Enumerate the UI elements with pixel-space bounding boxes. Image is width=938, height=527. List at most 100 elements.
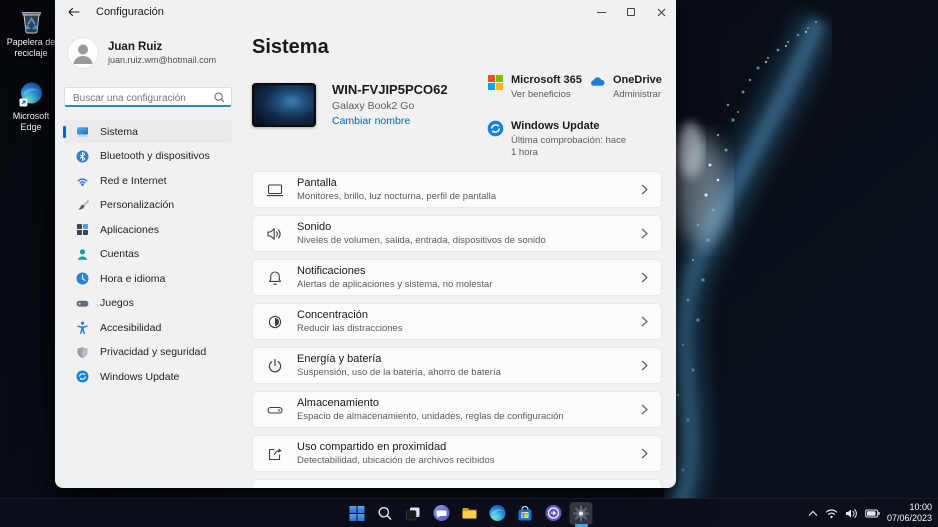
settings-app-button[interactable] xyxy=(569,501,593,527)
edge-button[interactable] xyxy=(486,502,509,525)
rename-device-link[interactable]: Cambiar nombre xyxy=(332,115,448,127)
minimize-icon xyxy=(596,11,606,13)
card-subtitle: Alertas de aplicaciones y sistema, no mo… xyxy=(297,278,493,290)
task-view-button[interactable] xyxy=(402,502,425,525)
card-concentracion[interactable]: Concentración Reducir las distracciones xyxy=(252,303,662,340)
settings-gear-icon xyxy=(572,504,590,522)
sidebar-item-cuentas[interactable]: Cuentas xyxy=(63,243,232,266)
sidebar-item-label: Cuentas xyxy=(100,248,140,260)
sidebar-item-accesibilidad[interactable]: Accesibilidad xyxy=(63,316,232,339)
sidebar-item-personalizacion[interactable]: Personalización xyxy=(63,194,232,217)
chat-icon xyxy=(433,505,449,521)
bluetooth-icon xyxy=(75,149,89,163)
quick-link-subtitle: Última comprobación: hace 1 hora xyxy=(511,135,627,158)
search-icon xyxy=(378,506,392,520)
back-button[interactable] xyxy=(61,2,87,22)
file-explorer-button[interactable] xyxy=(458,502,481,525)
recycle-bin-icon xyxy=(18,7,45,34)
tray-battery-icon[interactable] xyxy=(865,509,880,518)
sidebar-item-privacidad[interactable]: Privacidad y seguridad xyxy=(63,341,232,364)
file-explorer-icon xyxy=(462,508,476,519)
sidebar-item-label: Privacidad y seguridad xyxy=(100,346,207,358)
search-input[interactable] xyxy=(65,91,231,108)
chevron-right-icon xyxy=(641,360,648,371)
sidebar-item-aplicaciones[interactable]: Aplicaciones xyxy=(63,218,232,241)
taskbar-clock[interactable]: 10:00 07/06/2023 xyxy=(887,502,932,524)
card-almacenamiento[interactable]: Almacenamiento Espacio de almacenamiento,… xyxy=(252,391,662,428)
microsoft-store-button[interactable] xyxy=(514,502,537,525)
sidebar-item-bluetooth[interactable]: Bluetooth y dispositivos xyxy=(63,145,232,168)
windows-update-icon xyxy=(487,120,504,137)
card-title: Concentración xyxy=(297,308,368,321)
sidebar-item-label: Windows Update xyxy=(100,370,180,383)
task-view-icon xyxy=(406,507,420,520)
sidebar: Juan Ruiz juan.ruiz.wm@hotmail.com Siste… xyxy=(55,24,252,488)
sidebar-item-sistema[interactable]: Sistema xyxy=(63,120,232,143)
card-energia[interactable]: Energía y batería Suspensión, uso de la b… xyxy=(252,347,662,384)
settings-cards: Pantalla Monitores, brillo, luz nocturna,… xyxy=(252,171,662,488)
sidebar-item-hora-idioma[interactable]: Hora e idioma xyxy=(63,267,232,290)
microsoft-store-icon xyxy=(518,505,532,520)
quick-link-subtitle: Ver beneficios xyxy=(511,89,571,100)
titlebar: Configuración xyxy=(55,0,676,24)
sidebar-item-label: Aplicaciones xyxy=(100,223,159,236)
desktop-icon-edge[interactable]: Microsoft Edge xyxy=(1,81,61,132)
sidebar-item-red-internet[interactable]: Red e Internet xyxy=(63,169,232,192)
card-pantalla[interactable]: Pantalla Monitores, brillo, luz nocturna,… xyxy=(252,171,662,208)
sidebar-item-label: Accesibilidad xyxy=(100,321,162,334)
edge-icon xyxy=(18,81,45,108)
accessibility-icon xyxy=(75,321,89,335)
card-uso-compartido[interactable]: Uso compartido en proximidad Detectabilid… xyxy=(252,435,662,472)
maximize-button[interactable] xyxy=(616,0,646,24)
sidebar-item-windows-update[interactable]: Windows Update xyxy=(63,365,232,388)
card-notificaciones[interactable]: Notificaciones Alertas de aplicaciones y … xyxy=(252,259,662,296)
privacy-shield-icon xyxy=(75,345,89,359)
chevron-right-icon xyxy=(641,228,648,239)
tray-volume-icon[interactable] xyxy=(845,508,858,519)
tray-wifi-icon[interactable] xyxy=(825,508,838,519)
chat-button[interactable] xyxy=(430,502,453,525)
desktop-icon-recycle-bin[interactable]: Papelera de reciclaje xyxy=(3,7,59,58)
taskbar: 10:00 07/06/2023 xyxy=(0,498,938,527)
clock-app-button[interactable] xyxy=(542,502,565,525)
onedrive-icon xyxy=(589,74,606,91)
device-thumbnail xyxy=(252,83,316,127)
sidebar-item-label: Sistema xyxy=(100,125,138,138)
sound-icon xyxy=(266,225,284,243)
desktop-icon-label: Microsoft Edge xyxy=(12,111,50,132)
card-subtitle: Suspensión, uso de la batería, ahorro de… xyxy=(297,366,501,378)
onedrive-quick-link[interactable]: OneDrive Administrar xyxy=(589,74,662,101)
user-email: juan.ruiz.wm@hotmail.com xyxy=(108,55,217,65)
tray-chevron-up-icon[interactable] xyxy=(808,510,818,517)
settings-search xyxy=(64,87,232,108)
quick-link-title: OneDrive xyxy=(613,74,662,86)
window-title: Configuración xyxy=(96,6,164,18)
back-arrow-icon xyxy=(68,7,80,17)
caption-buttons xyxy=(586,0,676,24)
close-button[interactable] xyxy=(646,0,676,24)
accounts-icon xyxy=(75,247,89,261)
microsoft365-quick-link[interactable]: Microsoft 365 Ver beneficios xyxy=(487,74,582,101)
sidebar-item-label: Red e Internet xyxy=(100,174,167,187)
selected-indicator xyxy=(63,125,66,138)
sidebar-item-label: Bluetooth y dispositivos xyxy=(100,150,210,162)
taskbar-search-button[interactable] xyxy=(374,502,397,525)
card-title: Energía y batería xyxy=(297,352,382,365)
sidebar-item-juegos[interactable]: Juegos xyxy=(63,292,232,315)
windows-update-status[interactable]: Windows Update Última comprobación: hace… xyxy=(487,120,629,159)
page-title: Sistema xyxy=(252,36,329,58)
windows-update-icon xyxy=(75,370,89,384)
account-header[interactable]: Juan Ruiz juan.ruiz.wm@hotmail.com xyxy=(68,38,252,68)
maximize-icon xyxy=(627,8,635,16)
chevron-right-icon xyxy=(641,184,648,195)
quick-link-title: Windows Update xyxy=(511,120,600,132)
start-button[interactable] xyxy=(346,502,369,525)
card-next-partial[interactable] xyxy=(252,479,662,488)
device-name: WIN-FVJIP5PCO62 xyxy=(332,82,448,97)
user-name: Juan Ruiz xyxy=(108,41,163,53)
chevron-right-icon xyxy=(641,404,648,415)
clock-date: 07/06/2023 xyxy=(886,513,932,523)
minimize-button[interactable] xyxy=(586,0,616,24)
quick-link-subtitle: Administrar xyxy=(613,89,662,100)
card-sonido[interactable]: Sonido Niveles de volumen, salida, entrad… xyxy=(252,215,662,252)
